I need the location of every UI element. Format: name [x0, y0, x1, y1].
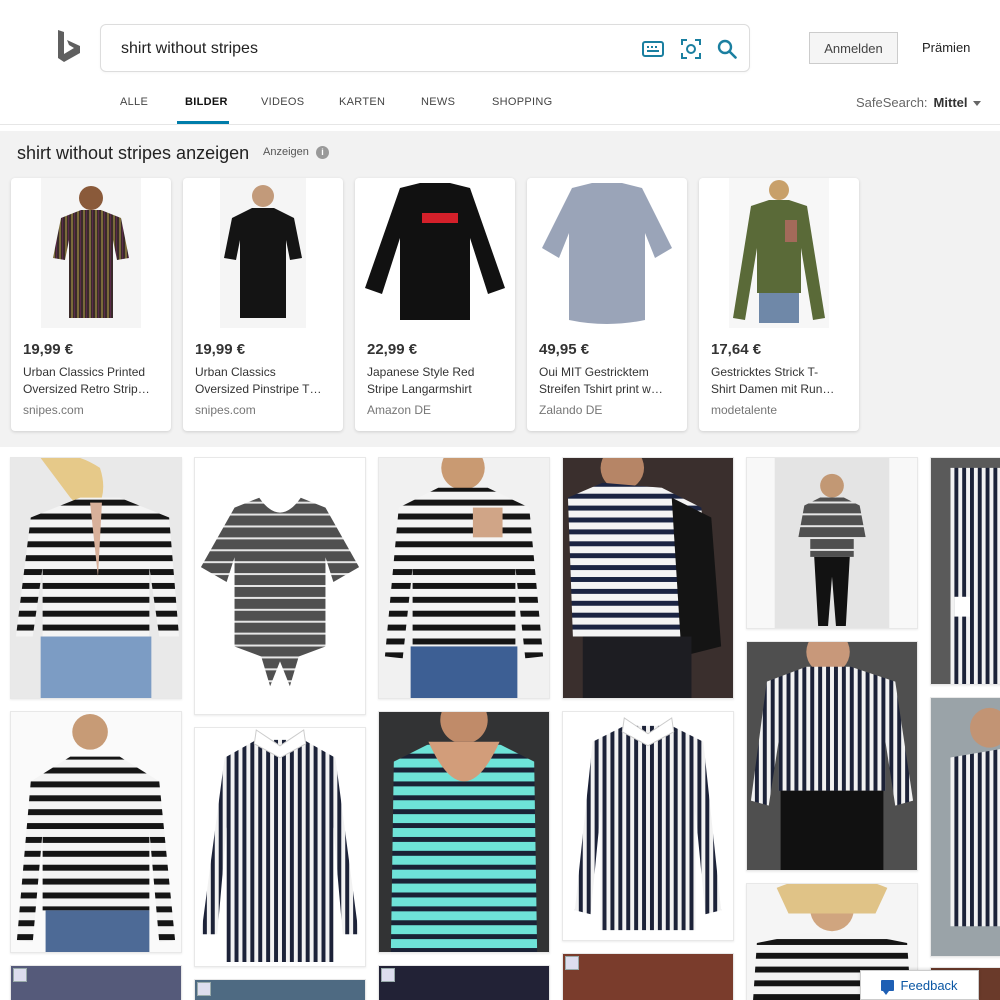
feedback-icon — [881, 979, 895, 995]
ad-card[interactable]: 19,99 € Urban Classics Printed Oversized … — [11, 178, 171, 431]
result-image — [563, 458, 733, 698]
ad-store: snipes.com — [195, 403, 256, 417]
product-image — [220, 178, 306, 328]
chevron-down-icon — [972, 101, 981, 107]
product-image — [729, 178, 829, 328]
image-result[interactable] — [562, 457, 734, 699]
result-image — [931, 698, 1000, 956]
image-result[interactable] — [194, 457, 366, 715]
safesearch-label: SafeSearch: — [856, 95, 928, 110]
broken-image-icon — [381, 968, 395, 982]
result-image — [931, 458, 1000, 684]
sponsored-label: Anzeigen — [263, 146, 309, 158]
product-image — [537, 178, 677, 328]
image-result[interactable] — [10, 457, 182, 699]
ad-price: 19,99 € — [23, 341, 74, 358]
result-image — [563, 712, 733, 940]
image-result[interactable] — [746, 457, 918, 629]
ad-price: 22,99 € — [367, 341, 418, 358]
image-result[interactable] — [378, 965, 550, 1000]
safesearch-dropdown[interactable]: SafeSearch: Mittel — [856, 95, 981, 110]
ad-title: Oui MIT Gestricktem Streifen Tshirt print… — [539, 365, 663, 396]
visual-search-icon[interactable] — [679, 37, 703, 61]
search-box — [100, 24, 750, 72]
tab-videos[interactable]: VIDEOS — [261, 96, 304, 108]
ad-store: modetalente — [711, 403, 778, 417]
result-image — [195, 728, 365, 966]
ad-store: snipes.com — [23, 403, 84, 417]
image-result[interactable] — [194, 727, 366, 967]
signin-button[interactable]: Anmelden — [809, 32, 898, 64]
tab-news[interactable]: NEWS — [421, 96, 455, 108]
ad-title: Urban Classics Printed Oversized Retro St… — [23, 365, 150, 396]
search-input[interactable] — [121, 37, 621, 61]
safesearch-value: Mittel — [933, 95, 968, 110]
ad-card[interactable]: 17,64 € Gestricktes Strick T- Shirt Damen… — [699, 178, 859, 431]
result-image — [195, 458, 365, 714]
result-image — [379, 458, 549, 698]
image-result[interactable] — [930, 457, 1000, 685]
image-result[interactable] — [194, 979, 366, 1000]
result-image — [379, 712, 549, 952]
image-result[interactable] — [378, 711, 550, 953]
ad-title: Gestricktes Strick T- Shirt Damen mit Run… — [711, 365, 835, 396]
active-tab-indicator — [177, 121, 229, 124]
broken-image-icon — [13, 968, 27, 982]
ads-title[interactable]: shirt without stripes anzeigen — [17, 143, 249, 164]
shopping-ads: shirt without stripes anzeigen Anzeigen … — [0, 131, 1000, 447]
ad-price: 19,99 € — [195, 341, 246, 358]
ad-card[interactable]: 22,99 € Japanese Style Red Stripe Langarm… — [355, 178, 515, 431]
ad-title: Urban Classics Oversized Pinstripe T… — [195, 365, 322, 396]
feedback-button[interactable]: Feedback — [860, 970, 979, 1000]
image-result[interactable] — [10, 965, 182, 1000]
image-result[interactable] — [10, 711, 182, 953]
header: Anmelden Prämien ALLE BILDER VIDEOS KART… — [0, 0, 1000, 125]
result-image — [747, 458, 917, 628]
rewards-link[interactable]: Prämien — [922, 40, 970, 55]
tab-shopping[interactable]: SHOPPING — [492, 96, 552, 108]
result-image — [747, 642, 917, 870]
ad-store: Amazon DE — [367, 403, 432, 417]
result-image — [11, 712, 181, 952]
image-result[interactable] — [930, 697, 1000, 957]
scope-tabs: ALLE BILDER VIDEOS KARTEN NEWS SHOPPING … — [0, 90, 1000, 125]
image-result[interactable] — [562, 711, 734, 941]
tab-images[interactable]: BILDER — [185, 96, 228, 108]
search-icon[interactable] — [715, 37, 739, 61]
ad-store: Zalando DE — [539, 403, 603, 417]
tab-all[interactable]: ALLE — [120, 96, 148, 108]
image-result[interactable] — [562, 953, 734, 1000]
broken-image-icon — [565, 956, 579, 970]
feedback-label: Feedback — [900, 977, 958, 993]
broken-image-icon — [197, 982, 211, 996]
keyboard-icon[interactable] — [641, 37, 665, 61]
tab-maps[interactable]: KARTEN — [339, 96, 385, 108]
ad-price: 49,95 € — [539, 341, 590, 358]
image-result[interactable] — [378, 457, 550, 699]
image-result[interactable] — [746, 641, 918, 871]
info-icon[interactable]: i — [316, 146, 329, 159]
ad-title: Japanese Style Red Stripe Langarmshirt — [367, 365, 475, 396]
product-image — [360, 178, 510, 328]
ad-card[interactable]: 49,95 € Oui MIT Gestricktem Streifen Tshi… — [527, 178, 687, 431]
ad-card[interactable]: 19,99 € Urban Classics Oversized Pinstrip… — [183, 178, 343, 431]
result-image — [11, 458, 181, 698]
product-image — [41, 178, 141, 328]
ad-price: 17,64 € — [711, 341, 762, 358]
bing-logo-icon[interactable] — [56, 30, 82, 64]
